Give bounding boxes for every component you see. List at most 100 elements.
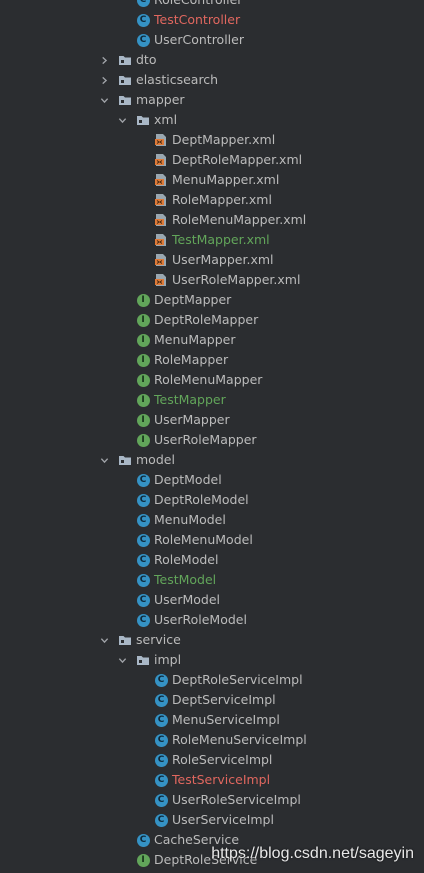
tree-row-rolecontroller[interactable]: C RoleController	[0, 0, 424, 10]
tree-item-label: DeptServiceImpl	[172, 692, 276, 707]
tree-row-rolemapper-xml[interactable]: RoleMapper.xml	[0, 190, 424, 210]
interface-icon: I	[136, 333, 150, 347]
xml-file-icon	[154, 133, 168, 147]
tree-row-deptmapper-xml[interactable]: DeptMapper.xml	[0, 130, 424, 150]
tree-row-menumapper-xml[interactable]: MenuMapper.xml	[0, 170, 424, 190]
tree-row-service[interactable]: service	[0, 630, 424, 650]
package-folder-icon	[118, 73, 132, 87]
class-icon: C	[136, 553, 150, 567]
tree-row-rolemapper[interactable]: I RoleMapper	[0, 350, 424, 370]
chevron-down-icon[interactable]	[98, 450, 110, 470]
tree-row-rolemenumodel[interactable]: C RoleMenuModel	[0, 530, 424, 550]
interface-icon: I	[136, 433, 150, 447]
tree-item-label: RoleMenuModel	[154, 532, 253, 547]
chevron-down-icon[interactable]	[98, 630, 110, 650]
tree-row-xml[interactable]: xml	[0, 110, 424, 130]
tree-item-label: TestMapper	[154, 392, 226, 407]
tree-row-testmodel[interactable]: C TestModel	[0, 570, 424, 590]
xml-file-icon	[154, 233, 168, 247]
tree-item-label: UserRoleMapper.xml	[172, 272, 301, 287]
tree-row-menumodel[interactable]: C MenuModel	[0, 510, 424, 530]
class-icon: C	[154, 693, 168, 707]
class-icon: C	[154, 753, 168, 767]
tree-row-usermapper-xml[interactable]: UserMapper.xml	[0, 250, 424, 270]
tree-row-testmapper-xml[interactable]: TestMapper.xml	[0, 230, 424, 250]
chevron-down-icon[interactable]	[98, 90, 110, 110]
tree-item-label: RoleMapper.xml	[172, 192, 272, 207]
tree-row-roleserviceimpl[interactable]: C RoleServiceImpl	[0, 750, 424, 770]
tree-row-dto[interactable]: dto	[0, 50, 424, 70]
package-folder-icon	[118, 453, 132, 467]
tree-row-userroleserviceimpl[interactable]: C UserRoleServiceImpl	[0, 790, 424, 810]
tree-row-menuserviceimpl[interactable]: C MenuServiceImpl	[0, 710, 424, 730]
tree-row-usercontroller[interactable]: C UserController	[0, 30, 424, 50]
tree-item-label: MenuModel	[154, 512, 226, 527]
class-icon: C	[136, 833, 150, 847]
tree-row-rolemenuserviceimpl[interactable]: C RoleMenuServiceImpl	[0, 730, 424, 750]
tree-row-testcontroller[interactable]: C TestController	[0, 10, 424, 30]
class-icon: C	[136, 613, 150, 627]
class-icon: C	[154, 773, 168, 787]
tree-row-rolemenumapper-xml[interactable]: RoleMenuMapper.xml	[0, 210, 424, 230]
package-folder-icon	[118, 93, 132, 107]
tree-item-label: UserServiceImpl	[172, 812, 274, 827]
xml-file-icon	[154, 153, 168, 167]
class-icon: C	[136, 473, 150, 487]
xml-file-icon	[154, 273, 168, 287]
tree-row-deptmodel[interactable]: C DeptModel	[0, 470, 424, 490]
tree-row-rolemenumapper[interactable]: I RoleMenuMapper	[0, 370, 424, 390]
tree-row-testmapper[interactable]: I TestMapper	[0, 390, 424, 410]
tree-row-deptrolemapper-xml[interactable]: DeptRoleMapper.xml	[0, 150, 424, 170]
tree-row-usermodel[interactable]: C UserModel	[0, 590, 424, 610]
interface-icon: I	[136, 313, 150, 327]
interface-icon: I	[136, 393, 150, 407]
tree-row-deptrolemodel[interactable]: C DeptRoleModel	[0, 490, 424, 510]
chevron-right-icon[interactable]	[98, 50, 110, 70]
chevron-down-icon[interactable]	[116, 110, 128, 130]
tree-row-deptserviceimpl[interactable]: C DeptServiceImpl	[0, 690, 424, 710]
tree-item-label: UserMapper	[154, 412, 230, 427]
class-icon: C	[154, 713, 168, 727]
project-tree: C RoleController C TestController C UserContr…	[0, 0, 424, 870]
tree-item-label: DeptRoleMapper	[154, 312, 259, 327]
tree-row-userserviceimpl[interactable]: C UserServiceImpl	[0, 810, 424, 830]
tree-row-deptmapper[interactable]: I DeptMapper	[0, 290, 424, 310]
tree-item-label: mapper	[136, 92, 185, 107]
tree-row-elasticsearch[interactable]: elasticsearch	[0, 70, 424, 90]
tree-row-userrolemapper-xml[interactable]: UserRoleMapper.xml	[0, 270, 424, 290]
tree-item-label: DeptMapper	[154, 292, 232, 307]
tree-item-label: UserController	[154, 32, 244, 47]
tree-row-impl[interactable]: impl	[0, 650, 424, 670]
xml-file-icon	[154, 173, 168, 187]
tree-item-label: UserRoleModel	[154, 612, 247, 627]
xml-file-icon	[154, 253, 168, 267]
tree-item-label: model	[136, 452, 175, 467]
chevron-right-icon[interactable]	[98, 70, 110, 90]
class-icon: C	[136, 573, 150, 587]
tree-item-label: MenuMapper.xml	[172, 172, 280, 187]
chevron-down-icon[interactable]	[116, 650, 128, 670]
class-icon: C	[154, 793, 168, 807]
tree-row-mapper[interactable]: mapper	[0, 90, 424, 110]
xml-file-icon	[154, 213, 168, 227]
tree-item-label: xml	[154, 112, 178, 127]
tree-item-label: RoleMapper	[154, 352, 229, 367]
tree-row-deptroleserviceimpl[interactable]: C DeptRoleServiceImpl	[0, 670, 424, 690]
class-icon: C	[136, 513, 150, 527]
tree-item-label: RoleMenuMapper.xml	[172, 212, 307, 227]
interface-icon: I	[136, 853, 150, 867]
class-icon: C	[154, 673, 168, 687]
class-icon: C	[154, 813, 168, 827]
tree-row-menumapper[interactable]: I MenuMapper	[0, 330, 424, 350]
tree-row-userrolemodel[interactable]: C UserRoleModel	[0, 610, 424, 630]
tree-row-deptrolemapper[interactable]: I DeptRoleMapper	[0, 310, 424, 330]
tree-row-rolemodel[interactable]: C RoleModel	[0, 550, 424, 570]
tree-row-usermapper[interactable]: I UserMapper	[0, 410, 424, 430]
tree-row-userrolemapper[interactable]: I UserRoleMapper	[0, 430, 424, 450]
tree-item-label: TestServiceImpl	[172, 772, 271, 787]
tree-item-label: impl	[154, 652, 182, 667]
tree-item-label: DeptRoleServiceImpl	[172, 672, 303, 687]
tree-row-model[interactable]: model	[0, 450, 424, 470]
tree-row-testserviceimpl[interactable]: C TestServiceImpl	[0, 770, 424, 790]
tree-item-label: MenuServiceImpl	[172, 712, 280, 727]
